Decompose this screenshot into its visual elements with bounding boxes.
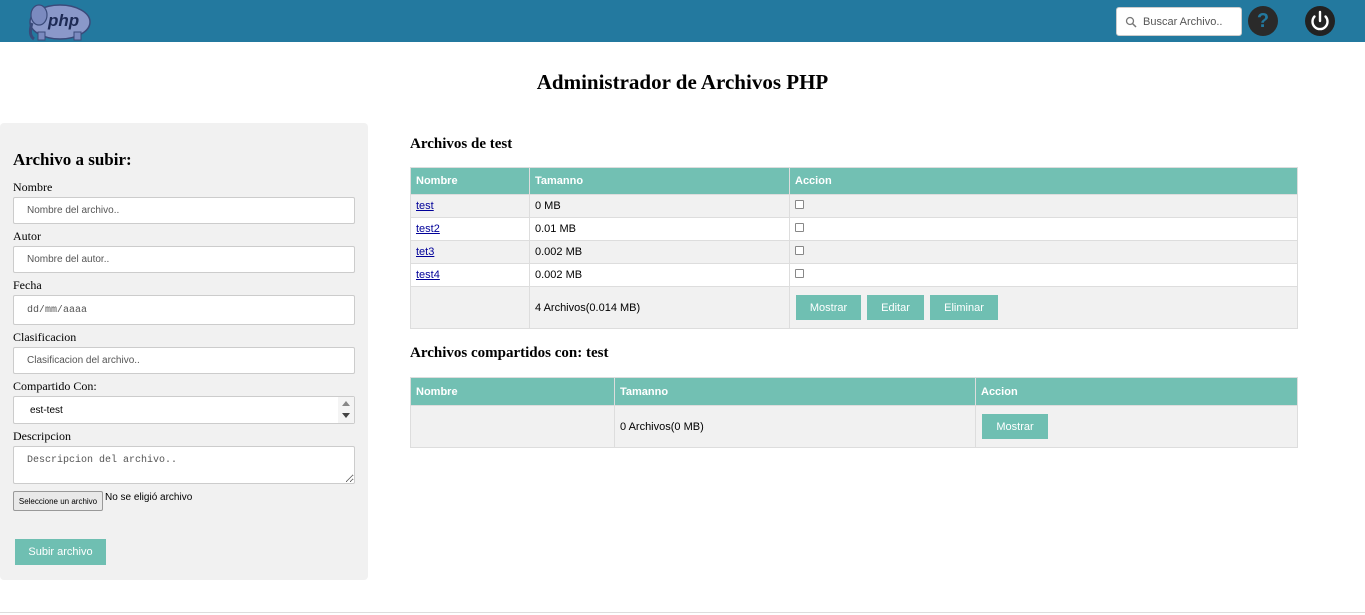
file-size-cell: 0.01 MB	[529, 217, 790, 241]
nombre-label: Nombre	[13, 180, 53, 194]
own-files-title: Archivos de test	[410, 136, 513, 152]
power-logout-icon[interactable]	[1304, 5, 1336, 37]
help-icon[interactable]: ?	[1248, 6, 1278, 36]
col-header-tamanno: Tamanno	[529, 167, 790, 195]
table-summary-row: 0 Archivos(0 MB) Mostrar	[410, 405, 1298, 448]
page-title: Administrador de Archivos PHP	[536, 70, 829, 94]
php-elephant-logo[interactable]: php	[26, 1, 94, 41]
search-icon	[1125, 16, 1137, 28]
col-header-accion: Accion	[975, 377, 1298, 406]
col-header-nombre: Nombre	[410, 167, 530, 195]
search-input[interactable]	[1143, 12, 1238, 32]
file-action-cell	[789, 263, 1298, 287]
col-header-accion: Accion	[789, 167, 1298, 195]
fecha-label: Fecha	[13, 278, 42, 292]
file-link[interactable]: test4	[416, 269, 440, 281]
nombre-input[interactable]	[13, 197, 355, 224]
upload-title: Archivo a subir:	[13, 150, 132, 169]
table-row: test 0 MB	[410, 194, 1298, 218]
descripcion-textarea[interactable]	[13, 446, 355, 484]
file-action-cell	[789, 240, 1298, 264]
shared-files-title: Archivos compartidos con: test	[410, 345, 609, 361]
shared-show-button[interactable]: Mostrar	[982, 414, 1048, 439]
summary-cell: 0 Archivos(0 MB)	[614, 405, 976, 448]
file-action-cell	[789, 194, 1298, 218]
clasificacion-input[interactable]	[13, 347, 355, 374]
fecha-input[interactable]	[13, 295, 355, 325]
file-link[interactable]: test	[416, 200, 434, 212]
select-spinner[interactable]	[338, 397, 354, 423]
own-files-table: Nombre Tamanno Accion test 0 MB test2 0.…	[410, 167, 1298, 329]
summary-cell: 4 Archivos(0.014 MB)	[529, 286, 790, 329]
table-header-row: Nombre Tamanno Accion	[410, 167, 1298, 195]
file-name-cell: tet3	[410, 240, 530, 264]
clasificacion-label: Clasificacion	[13, 330, 77, 344]
shared-files-table: Nombre Tamanno Accion 0 Archivos(0 MB) M…	[410, 377, 1298, 448]
compartido-label: Compartido Con:	[13, 379, 97, 393]
col-header-tamanno: Tamanno	[614, 377, 976, 406]
file-size-cell: 0.002 MB	[529, 263, 790, 287]
file-checkbox[interactable]	[795, 269, 804, 278]
summary-empty-cell	[410, 405, 615, 448]
edit-button[interactable]: Editar	[867, 295, 924, 320]
select-file-button[interactable]: Seleccione un archivo	[13, 491, 103, 511]
file-checkbox[interactable]	[795, 223, 804, 232]
autor-label: Autor	[13, 229, 41, 243]
top-bar: php ?	[0, 0, 1365, 42]
php-logo-text: php	[47, 11, 79, 30]
table-row: test2 0.01 MB	[410, 217, 1298, 241]
file-checkbox[interactable]	[795, 200, 804, 209]
file-status: No se eligió archivo	[105, 492, 193, 503]
search-box[interactable]	[1116, 7, 1242, 36]
file-name-cell: test	[410, 194, 530, 218]
file-checkbox[interactable]	[795, 246, 804, 255]
compartido-value: est-test	[30, 405, 63, 416]
file-size-cell: 0.002 MB	[529, 240, 790, 264]
descripcion-label: Descripcion	[13, 429, 71, 443]
compartido-select[interactable]: est-test	[13, 396, 355, 424]
file-name-cell: test4	[410, 263, 530, 287]
col-header-nombre: Nombre	[410, 377, 615, 406]
actions-cell: Mostrar Editar Eliminar	[789, 286, 1298, 329]
file-link[interactable]: test2	[416, 223, 440, 235]
table-row: test4 0.002 MB	[410, 263, 1298, 287]
spin-down-icon[interactable]	[338, 410, 354, 423]
summary-empty-cell	[410, 286, 530, 329]
file-action-cell	[789, 217, 1298, 241]
table-header-row: Nombre Tamanno Accion	[410, 377, 1298, 406]
delete-button[interactable]: Eliminar	[930, 295, 998, 320]
show-button[interactable]: Mostrar	[796, 295, 861, 320]
spin-up-icon[interactable]	[338, 397, 354, 410]
file-link[interactable]: tet3	[416, 246, 434, 258]
footer-divider	[0, 612, 1365, 613]
table-summary-row: 4 Archivos(0.014 MB) Mostrar Editar Elimin…	[410, 286, 1298, 329]
actions-cell: Mostrar	[975, 405, 1298, 448]
table-row: tet3 0.002 MB	[410, 240, 1298, 264]
file-size-cell: 0 MB	[529, 194, 790, 218]
file-name-cell: test2	[410, 217, 530, 241]
autor-input[interactable]	[13, 246, 355, 273]
submit-upload-button[interactable]: Subir archivo	[15, 539, 106, 565]
